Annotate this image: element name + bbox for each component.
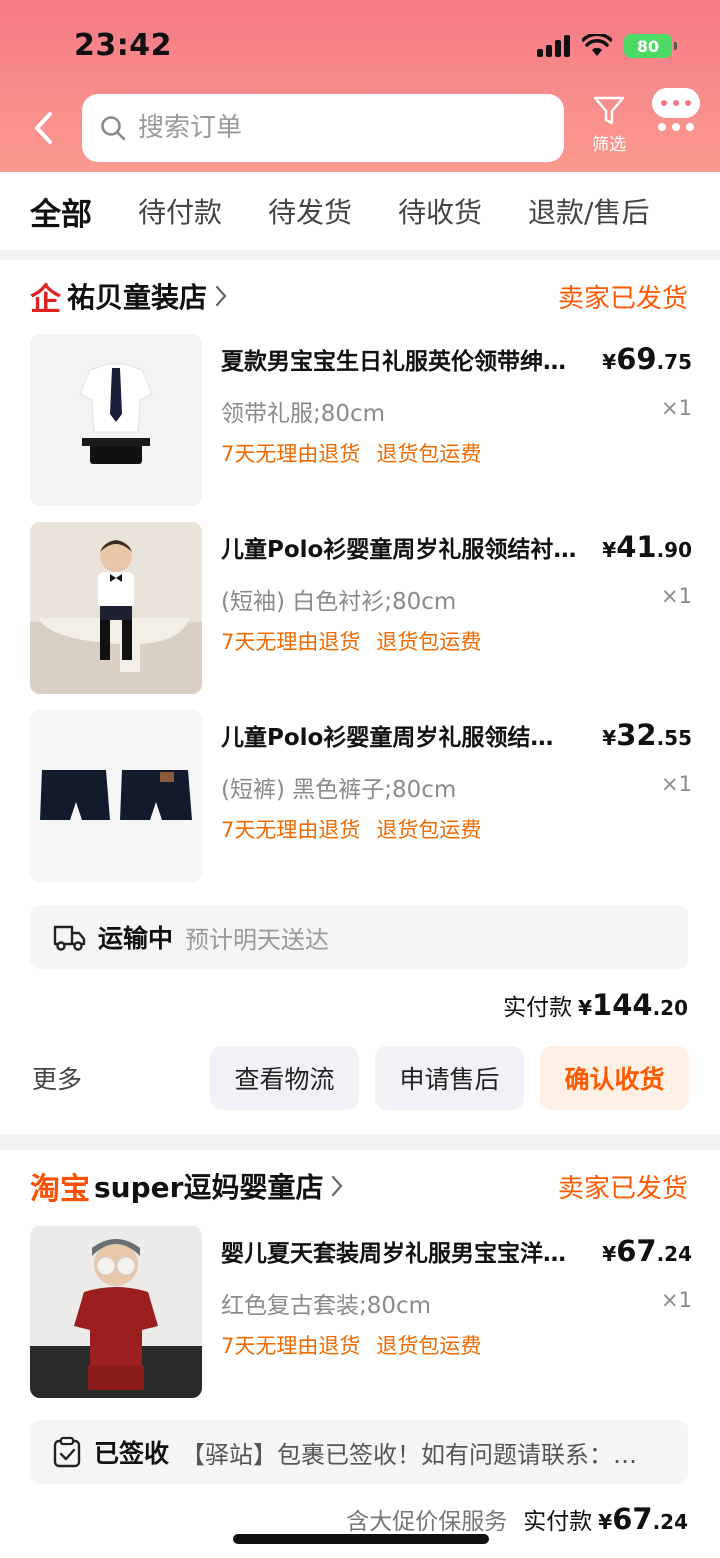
- service-tag: 退货包运费: [376, 818, 482, 842]
- home-indicator: [233, 1534, 489, 1544]
- view-logistics-button[interactable]: 查看物流: [210, 1046, 359, 1110]
- product-spec: 领带礼服;80cm: [221, 401, 386, 427]
- total-label: 实付款: [523, 1509, 593, 1535]
- back-button[interactable]: [26, 108, 60, 148]
- cellular-signal-icon: [537, 35, 570, 57]
- shop-header[interactable]: 淘宝 super逗妈婴童店 卖家已发货: [30, 1166, 688, 1207]
- product-thumbnail[interactable]: [30, 522, 202, 694]
- battery-level: 80: [636, 36, 660, 56]
- chevron-right-icon: [332, 1175, 343, 1197]
- service-tag: 退货包运费: [376, 630, 482, 654]
- product-title[interactable]: 夏款男宝宝生日礼服英伦领带绅…: [221, 342, 601, 376]
- shop-header[interactable]: 企 祐贝童装店 卖家已发货: [30, 276, 688, 318]
- filter-label: 筛选: [592, 135, 626, 155]
- shop-name[interactable]: 祐贝童装店: [67, 276, 207, 316]
- tab-refund-aftersale[interactable]: 退款/售后: [528, 191, 649, 231]
- price-protection-note: 含大促价保服务: [346, 1509, 508, 1535]
- search-box[interactable]: [82, 94, 564, 162]
- order-tabs: 全部 待付款 待发货 待收货 退款/售后: [0, 172, 720, 250]
- filter-button[interactable]: 筛选: [584, 96, 634, 155]
- service-tag: 7天无理由退货: [221, 630, 361, 654]
- confirm-receipt-button[interactable]: 确认收货: [540, 1046, 689, 1110]
- chevron-right-icon: [215, 285, 227, 307]
- tab-all[interactable]: 全部: [30, 189, 92, 234]
- product-thumbnail[interactable]: [30, 334, 202, 506]
- product-spec: (短袖) 白色衬衫;80cm: [221, 589, 457, 615]
- product-spec: (短裤) 黑色裤子;80cm: [221, 777, 457, 803]
- filter-icon: [593, 96, 625, 125]
- service-tags: 7天无理由退货 退货包运费: [221, 626, 481, 656]
- order-card: 企 祐贝童装店 卖家已发货 夏款男宝宝生日礼服英伦领带绅… ¥69.75 领带礼…: [0, 260, 720, 1134]
- total-price: ¥144.20: [578, 988, 688, 1022]
- message-icon[interactable]: [650, 86, 702, 132]
- order-item[interactable]: 儿童Polo衫婴童周岁礼服领结… ¥32.55 (短裤) 黑色裤子;80cm ×…: [30, 710, 692, 882]
- order-total: 实付款 ¥144.20: [503, 988, 688, 1022]
- product-price: ¥67.24: [602, 1234, 692, 1268]
- product-quantity: ×1: [661, 772, 692, 796]
- product-price: ¥32.55: [602, 718, 692, 752]
- service-tag: 7天无理由退货: [221, 442, 361, 466]
- delivery-description: 预计明天送达: [185, 925, 330, 954]
- product-price: ¥41.90: [602, 530, 692, 564]
- service-tag: 退货包运费: [376, 442, 482, 466]
- product-price: ¥69.75: [602, 342, 692, 376]
- more-button[interactable]: 更多: [32, 1060, 82, 1096]
- service-tag: 7天无理由退货: [221, 1334, 361, 1358]
- order-card: 淘宝 super逗妈婴童店 卖家已发货 婴儿夏天套装周岁礼服男宝宝洋… ¥67.…: [0, 1150, 720, 1558]
- tab-pending-shipment[interactable]: 待发货: [268, 191, 352, 231]
- order-item[interactable]: 婴儿夏天套装周岁礼服男宝宝洋… ¥67.24 红色复古套装;80cm ×1 7天…: [30, 1226, 692, 1398]
- truck-icon: [53, 925, 86, 951]
- product-thumbnail[interactable]: [30, 1226, 202, 1398]
- chevron-left-icon: [35, 112, 52, 144]
- delivery-status-bar[interactable]: 已签收 【驿站】包裹已签收！如有问题请联系：…: [30, 1420, 688, 1484]
- product-title[interactable]: 儿童Polo衫婴童周岁礼服领结衬…: [221, 530, 601, 564]
- product-title[interactable]: 婴儿夏天套装周岁礼服男宝宝洋…: [221, 1234, 601, 1268]
- product-quantity: ×1: [661, 584, 692, 608]
- clipboard-check-icon: [53, 1436, 81, 1468]
- order-item[interactable]: 儿童Polo衫婴童周岁礼服领结衬… ¥41.90 (短袖) 白色衬衫;80cm …: [30, 522, 692, 694]
- order-status: 卖家已发货: [557, 283, 688, 314]
- delivery-status: 运输中: [98, 924, 174, 953]
- service-tag: 7天无理由退货: [221, 818, 361, 842]
- product-quantity: ×1: [661, 396, 692, 420]
- taobao-logo: 淘宝: [30, 1172, 90, 1207]
- order-total: 含大促价保服务 实付款 ¥67.24: [346, 1502, 688, 1536]
- search-icon: [101, 116, 126, 141]
- product-thumbnail[interactable]: [30, 710, 202, 882]
- product-spec: 红色复古套装;80cm: [221, 1293, 432, 1319]
- order-status: 卖家已发货: [557, 1173, 688, 1204]
- service-tag: 退货包运费: [376, 1334, 482, 1358]
- search-input[interactable]: [138, 113, 518, 143]
- top-header: 23:42 80 筛选: [0, 0, 720, 172]
- status-time: 23:42: [74, 28, 172, 63]
- delivery-status: 已签收: [94, 1439, 170, 1468]
- product-quantity: ×1: [661, 1288, 692, 1312]
- tab-pending-receipt[interactable]: 待收货: [398, 191, 482, 231]
- delivery-description: 【驿站】包裹已签收！如有问题请联系：…: [181, 1440, 638, 1469]
- service-tags: 7天无理由退货 退货包运费: [221, 1330, 481, 1360]
- tab-pending-payment[interactable]: 待付款: [138, 191, 222, 231]
- store-logo-icon: 企: [30, 281, 61, 318]
- battery-icon: 80: [624, 34, 677, 58]
- total-price: ¥67.24: [598, 1502, 688, 1536]
- delivery-status-bar[interactable]: 运输中 预计明天送达: [30, 905, 688, 969]
- total-label: 实付款: [503, 995, 573, 1021]
- wifi-icon: [582, 34, 612, 56]
- shop-name[interactable]: super逗妈婴童店: [94, 1166, 323, 1206]
- product-title[interactable]: 儿童Polo衫婴童周岁礼服领结…: [221, 718, 601, 752]
- request-aftersale-button[interactable]: 申请售后: [375, 1046, 524, 1110]
- status-icons: 80: [537, 34, 677, 58]
- order-item[interactable]: 夏款男宝宝生日礼服英伦领带绅… ¥69.75 领带礼服;80cm ×1 7天无理…: [30, 334, 692, 506]
- service-tags: 7天无理由退货 退货包运费: [221, 438, 481, 468]
- service-tags: 7天无理由退货 退货包运费: [221, 814, 481, 844]
